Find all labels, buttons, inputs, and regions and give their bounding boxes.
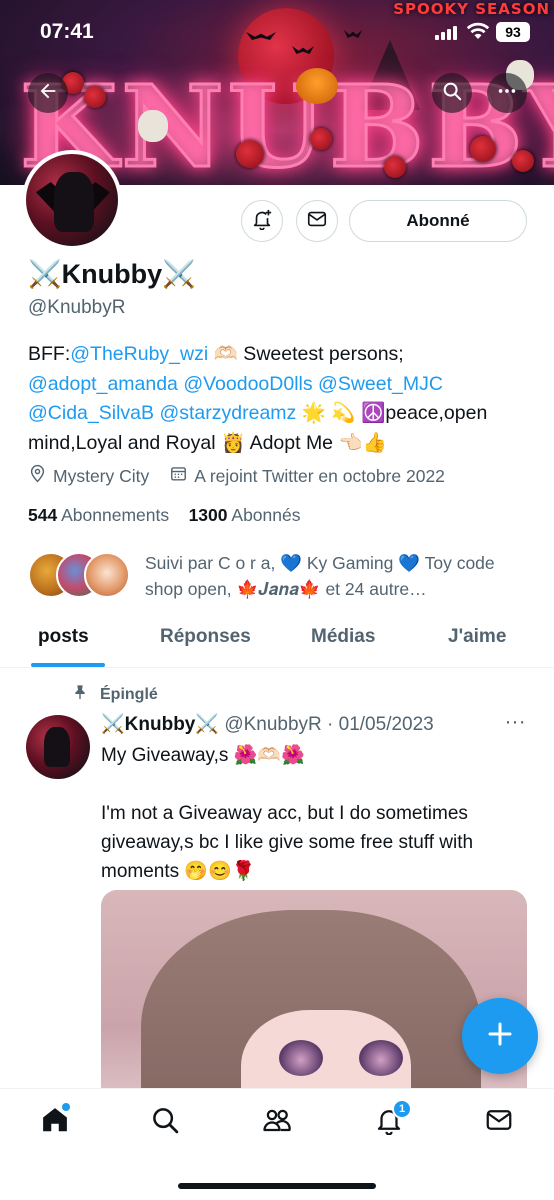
active-tab-indicator <box>31 663 105 667</box>
wifi-icon <box>466 22 490 45</box>
nav-home[interactable] <box>38 1103 72 1139</box>
profile-bio: BFF:@TheRuby_wzi 🫶🏻 Sweetest persons; @a… <box>28 340 538 458</box>
followers-link[interactable]: 1300 Abonnés <box>189 505 301 525</box>
followers-label: Abonnés <box>231 505 301 525</box>
banner-rose <box>236 140 264 168</box>
pinned-text: Épinglé <box>100 685 158 703</box>
banner-pumpkin <box>296 68 338 104</box>
tab-posts[interactable]: posts <box>38 626 89 648</box>
envelope-icon <box>306 208 328 234</box>
following-button[interactable]: Abonné <box>349 200 527 242</box>
bio-mention[interactable]: @starzydreamz <box>159 402 296 424</box>
followed-by-preview[interactable]: Suivi par C o r a, 💙 Ky Gaming 💙 Toy cod… <box>28 550 538 606</box>
joined-text: A rejoint Twitter en octobre 2022 <box>194 465 445 486</box>
bio-mention[interactable]: @adopt_amanda <box>28 373 178 395</box>
nav-explore[interactable] <box>148 1105 182 1139</box>
tab-likes[interactable]: J'aime <box>448 626 506 648</box>
status-time: 07:41 <box>40 20 94 43</box>
following-label: Abonnements <box>61 505 170 525</box>
bio-text: BFF: <box>28 343 71 365</box>
banner-rose <box>310 128 332 150</box>
bio-text: 🫶🏻 Sweetest persons; <box>213 343 404 365</box>
banner-rose <box>470 136 496 162</box>
tweet-text: My Giveaway,s 🌺🫶🏻🌺 I'm not a Giveaway ac… <box>101 745 474 882</box>
location-text: Mystery City <box>53 465 150 486</box>
avatar-figure <box>54 172 94 232</box>
pin-icon <box>72 684 100 705</box>
search-icon <box>441 80 463 106</box>
image-eye <box>279 1040 323 1076</box>
banner-rose <box>384 156 406 178</box>
message-button[interactable] <box>296 200 338 242</box>
profile-tabs: posts Réponses Médias J'aime <box>0 614 554 668</box>
tab-media[interactable]: Médias <box>311 626 375 648</box>
banner-rose <box>512 150 534 172</box>
people-icon <box>262 1105 292 1139</box>
plus-icon <box>485 1019 515 1053</box>
profile-joined: A rejoint Twitter en octobre 2022 <box>169 464 445 488</box>
profile-handle: @KnubbyR <box>28 297 126 318</box>
back-button[interactable] <box>28 73 68 113</box>
nav-notifications[interactable]: 1 <box>372 1099 412 1139</box>
profile-display-name: ⚔️Knubby⚔️ <box>28 259 196 289</box>
more-icon <box>496 80 518 106</box>
back-arrow-icon <box>37 80 59 106</box>
profile-meta: Mystery City A rejoint Twitter en octobr… <box>28 464 465 488</box>
notifications-toggle-button[interactable] <box>241 200 283 242</box>
nav-communities[interactable] <box>260 1105 294 1139</box>
banner-rose <box>84 86 106 108</box>
followed-by-text: Suivi par C o r a, 💙 Ky Gaming 💙 Toy cod… <box>145 553 495 599</box>
cellular-signal-icon <box>435 24 457 40</box>
nav-messages[interactable] <box>482 1105 516 1139</box>
pinned-label: Épinglé <box>72 684 158 705</box>
image-eye <box>359 1040 403 1076</box>
location-pin-icon <box>28 464 53 488</box>
profile-counts: 544 Abonnements 1300 Abonnés <box>28 505 301 526</box>
banner-skull <box>138 110 168 142</box>
compose-button[interactable] <box>462 998 538 1074</box>
status-bar: 07:41 93 <box>0 0 554 62</box>
notifications-badge: 1 <box>392 1099 412 1119</box>
following-link[interactable]: 544 Abonnements <box>28 505 169 525</box>
bell-plus-icon <box>251 208 273 234</box>
calendar-icon <box>169 464 194 488</box>
following-count: 544 <box>28 505 58 525</box>
follower-avatar <box>84 552 130 598</box>
tweet-more-button[interactable]: ··· <box>505 712 526 734</box>
tweet-header: ⚔️Knubby⚔️ @KnubbyR · 01/05/2023 <box>101 712 434 736</box>
home-indicator <box>178 1183 376 1189</box>
followers-count: 1300 <box>188 505 228 525</box>
tab-replies[interactable]: Réponses <box>160 626 251 648</box>
tweet-author-avatar[interactable] <box>26 715 90 779</box>
battery-indicator: 93 <box>496 22 530 42</box>
bio-mention[interactable]: @Sweet_MJC <box>318 373 443 395</box>
tweet-author-name[interactable]: ⚔️Knubby⚔️ <box>101 714 219 735</box>
tweet-image[interactable] <box>101 890 527 1120</box>
tweet-handle-date: @KnubbyR · 01/05/2023 <box>224 714 434 735</box>
bio-mention[interactable]: @VoodooD0lls <box>183 373 312 395</box>
bio-mention[interactable]: @Cida_SilvaB <box>28 402 154 424</box>
bio-mention[interactable]: @TheRuby_wzi <box>70 343 208 365</box>
avatar-figure <box>44 727 70 767</box>
profile-avatar[interactable] <box>22 150 122 250</box>
search-icon <box>150 1105 180 1139</box>
profile-location: Mystery City <box>28 464 149 488</box>
more-options-button[interactable] <box>487 73 527 113</box>
envelope-icon <box>484 1105 514 1139</box>
home-unread-dot <box>62 1103 70 1111</box>
search-button[interactable] <box>432 73 472 113</box>
